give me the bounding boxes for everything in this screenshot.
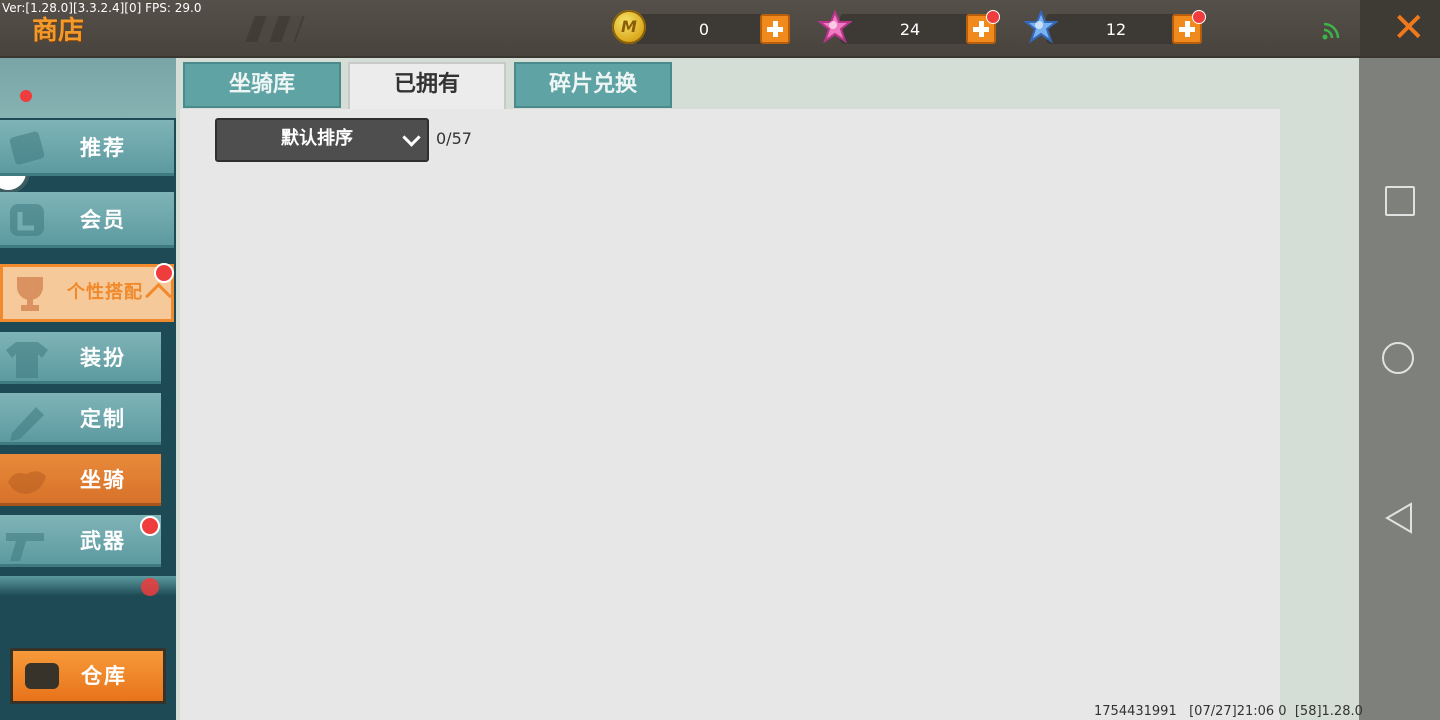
sidebar-item-label: 装扮	[80, 346, 126, 370]
tab-mount-library[interactable]: 坐骑库	[183, 62, 341, 108]
footer-info: 1754431991 [07/27]21:06 0 [58]1.28.0	[1094, 704, 1363, 719]
revolver-icon	[6, 533, 44, 561]
trophy-icon	[17, 277, 43, 311]
sidebar-item-customize[interactable]: 定制	[0, 393, 161, 445]
recommend-icon	[9, 131, 45, 165]
add-coin-button[interactable]	[760, 14, 790, 44]
sidebar-item-dress-up[interactable]: 装扮	[0, 332, 161, 384]
tab-owned[interactable]: 已拥有	[348, 62, 506, 110]
notification-dot	[154, 263, 174, 283]
system-nav-bar	[1359, 58, 1440, 720]
sidebar-item-label: 定制	[80, 407, 126, 431]
chevron-up-icon	[145, 282, 172, 310]
warehouse-label: 仓库	[81, 664, 127, 688]
pencil-icon	[10, 407, 44, 441]
top-bar: Ver:[1.28.0][3.3.2.4][0] FPS: 29.0 商店 M …	[0, 0, 1440, 58]
sidebar: 推荐 会员 个性搭配 装扮 定制 坐骑 武器 仓库	[0, 58, 176, 720]
sort-dropdown[interactable]: 默认排序	[215, 118, 429, 162]
sidebar-item-mount[interactable]: 坐骑	[0, 454, 161, 506]
sidebar-item-label: 推荐	[80, 136, 126, 160]
signal-icon	[1322, 22, 1340, 40]
shirt-icon	[6, 342, 48, 378]
warehouse-button[interactable]: 仓库	[10, 648, 166, 704]
member-icon	[10, 204, 44, 236]
saddle-icon	[8, 471, 46, 494]
close-icon[interactable]: ✕	[1392, 6, 1426, 50]
currency-value: 24	[899, 20, 921, 39]
sidebar-item-recommend[interactable]: 推荐	[0, 120, 174, 176]
decorative-stripes	[245, 16, 305, 42]
content-panel: 默认排序 0/57	[180, 109, 1280, 720]
notification-dot	[141, 578, 159, 596]
notification-dot	[140, 516, 160, 536]
chevron-down-icon	[402, 128, 421, 147]
home-icon[interactable]	[1382, 342, 1414, 374]
sidebar-item-label: 武器	[80, 529, 126, 553]
page-title: 商店	[32, 16, 85, 46]
sidebar-item-label: 会员	[80, 208, 126, 232]
tab-fragment-exchange[interactable]: 碎片兑换	[514, 62, 672, 108]
notification-dot	[986, 10, 1000, 24]
chest-icon	[25, 663, 59, 689]
currency-value: 12	[1105, 20, 1127, 39]
notification-dot	[20, 90, 32, 102]
main-area: 坐骑库 已拥有 碎片兑换 默认排序 0/57	[176, 58, 1359, 720]
sidebar-item-label: 个性搭配	[67, 282, 143, 303]
back-icon[interactable]	[1385, 502, 1413, 534]
sidebar-item-style[interactable]: 个性搭配	[0, 264, 174, 322]
sort-label: 默认排序	[281, 128, 353, 149]
sidebar-item-member[interactable]: 会员	[0, 192, 174, 248]
sidebar-item-weapon[interactable]: 武器	[0, 515, 161, 567]
sidebar-header	[0, 58, 176, 118]
sidebar-item-label: 坐骑	[80, 468, 126, 492]
notification-dot	[1192, 10, 1206, 24]
recent-apps-icon[interactable]	[1385, 186, 1415, 216]
currency-value: 0	[698, 20, 710, 39]
owned-count: 0/57	[436, 129, 472, 148]
